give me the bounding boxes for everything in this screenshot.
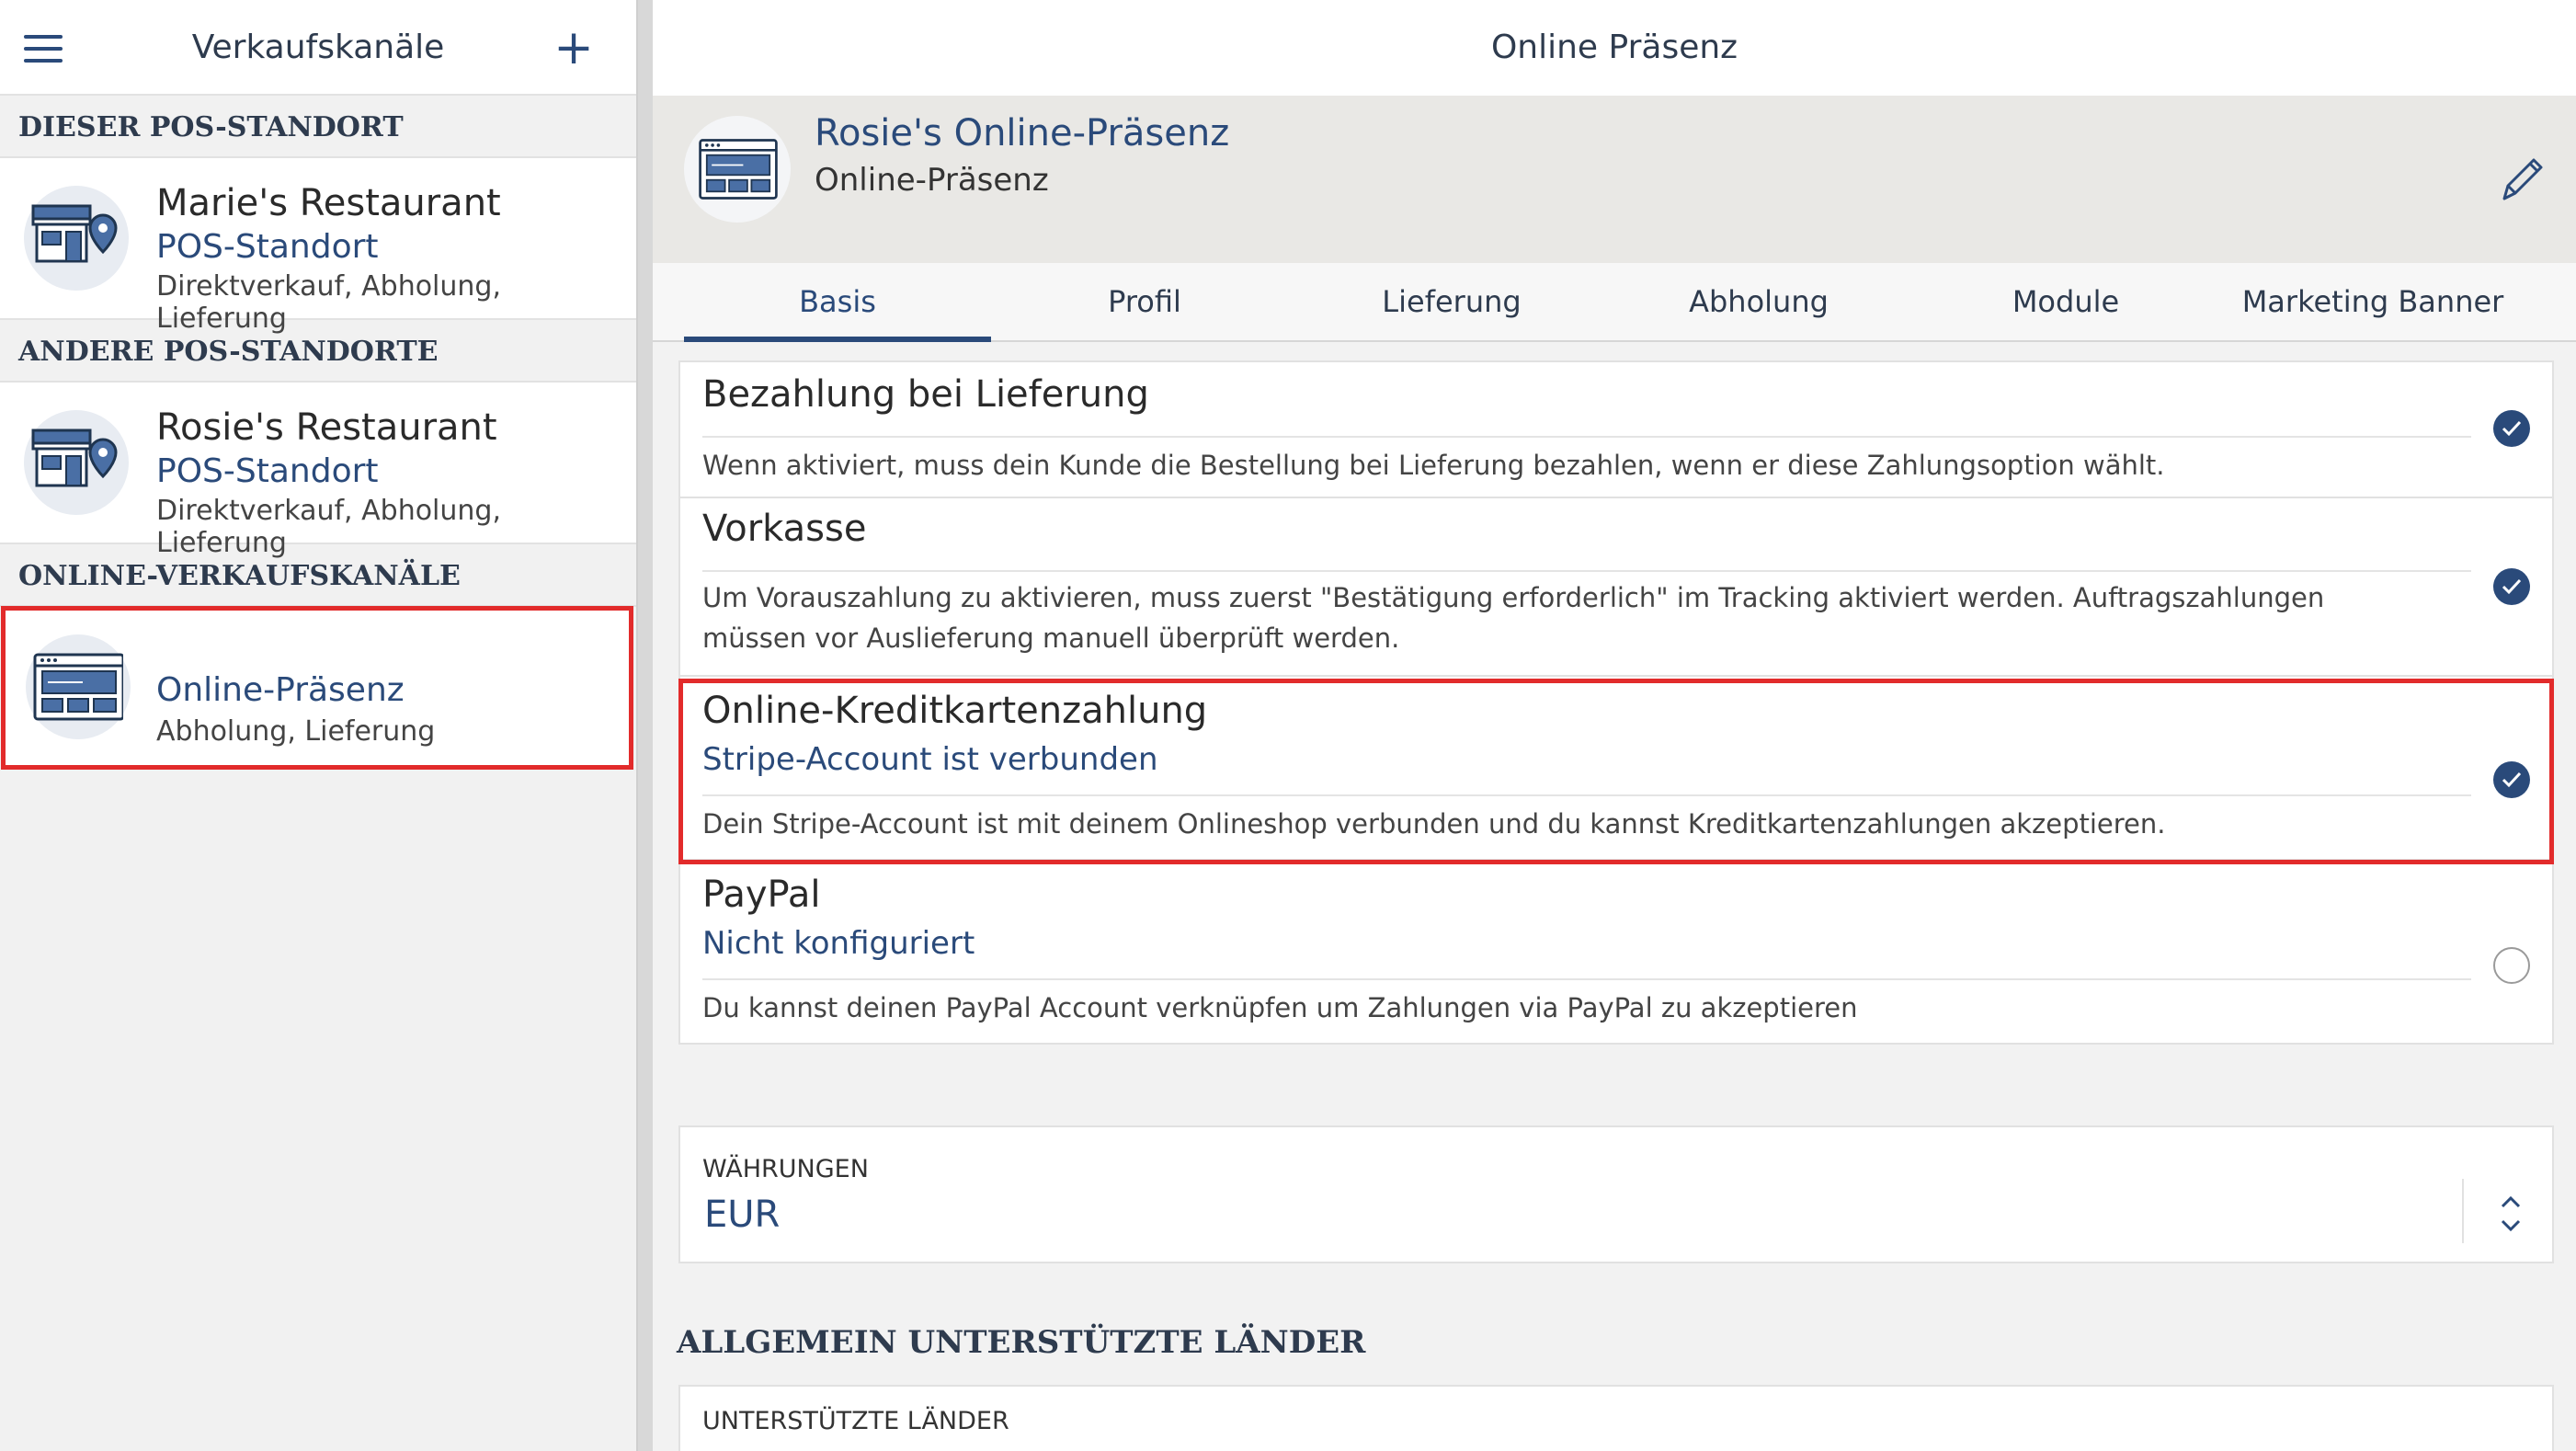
browser-window-icon	[26, 634, 131, 739]
item-channels: Abholung, Lieferung	[156, 715, 436, 748]
payment-title: Online-Kreditkartenzahlung	[702, 690, 1208, 732]
supported-countries-field[interactable]: UNTERSTÜTZTE LÄNDER	[678, 1385, 2554, 1451]
payment-description: Dein Stripe-Account ist mit deinem Onlin…	[702, 808, 2166, 840]
store-location-icon	[24, 186, 129, 291]
payment-title: Vorkasse	[702, 508, 867, 550]
tab-basis[interactable]: Basis	[684, 263, 991, 342]
browser-window-icon	[684, 116, 791, 223]
payment-option-credit-card: Online-Kreditkartenzahlung Stripe-Accoun…	[680, 677, 2552, 861]
payment-description: Um Vorauszahlung zu aktivieren, muss zue…	[702, 582, 2325, 654]
sidebar-title: Verkaufskanäle	[191, 29, 445, 66]
currency-select[interactable]: WÄHRUNGEN EUR	[678, 1125, 2554, 1263]
pencil-icon[interactable]	[2493, 153, 2548, 208]
chevron-up-down-icon[interactable]	[2497, 1188, 2525, 1240]
payment-option-prepayment: Vorkasse Um Vorauszahlung zu aktivieren,…	[680, 498, 2552, 677]
checkmark-icon[interactable]	[2493, 568, 2530, 605]
tab-module[interactable]: Module	[1912, 263, 2219, 342]
item-type: POS-Standort	[156, 228, 379, 266]
tab-profil[interactable]: Profil	[991, 263, 1298, 342]
payment-status: Nicht konfiguriert	[702, 925, 975, 962]
payment-description: Du kannst deinen PayPal Account verknüpf…	[702, 992, 1858, 1023]
divider	[702, 794, 2471, 796]
add-channel-button[interactable]: +	[548, 22, 599, 74]
tab-abholung[interactable]: Abholung	[1605, 263, 1912, 342]
profile-name: Rosie's Online-Präsenz	[815, 112, 1230, 154]
page-title: Online Präsenz	[653, 0, 2576, 96]
payment-options-list: Bezahlung bei Lieferung Wenn aktiviert, …	[678, 360, 2554, 1045]
checkmark-icon[interactable]	[2493, 410, 2530, 447]
sales-channels-sidebar: Verkaufskanäle + DIESER POS-STANDORT Mar…	[0, 0, 636, 1451]
checkmark-icon[interactable]	[2493, 761, 2530, 798]
currency-label: WÄHRUNGEN	[702, 1155, 869, 1183]
payment-description: Wenn aktiviert, muss dein Kunde die Best…	[702, 450, 2165, 481]
tab-marketing-banner[interactable]: Marketing Banner	[2219, 263, 2526, 342]
payment-status: Stripe-Account ist verbunden	[702, 741, 1158, 778]
divider	[702, 570, 2471, 572]
store-location-icon	[24, 410, 129, 515]
item-channels: Direktverkauf, Abholung, Lieferung	[156, 270, 501, 335]
pane-divider[interactable]	[636, 0, 653, 1451]
item-channels: Direktverkauf, Abholung, Lieferung	[156, 495, 501, 559]
sidebar-header: Verkaufskanäle +	[0, 0, 636, 96]
sidebar-item-maries-restaurant[interactable]: Marie's Restaurant POS-Standort Direktve…	[0, 158, 636, 335]
payment-option-cash-on-delivery: Bezahlung bei Lieferung Wenn aktiviert, …	[680, 362, 2552, 498]
radio-unchecked-icon[interactable]	[2493, 947, 2530, 984]
tab-bar: Basis Profil Lieferung Abholung Module M…	[653, 263, 2576, 342]
divider	[702, 436, 2471, 438]
item-name: Marie's Restaurant	[156, 182, 501, 224]
item-type: POS-Standort	[156, 452, 379, 490]
tab-lieferung[interactable]: Lieferung	[1298, 263, 1605, 342]
item-name: Rosie's Restaurant	[156, 406, 497, 449]
sidebar-item-rosies-restaurant[interactable]: Rosie's Restaurant POS-Standort Direktve…	[0, 383, 636, 559]
section-this-pos: DIESER POS-STANDORT	[0, 96, 636, 158]
sidebar-item-online-presence[interactable]: Online-Präsenz Abholung, Lieferung	[1, 606, 633, 770]
payment-title: PayPal	[702, 874, 821, 916]
profile-subtitle: Online-Präsenz	[815, 162, 1049, 199]
payment-option-paypal: PayPal Nicht konfiguriert Du kannst dein…	[680, 861, 2552, 1043]
currency-value: EUR	[704, 1194, 781, 1236]
countries-heading: ALLGEMEIN UNTERSTÜTZTE LÄNDER	[677, 1324, 1366, 1361]
profile-header: Rosie's Online-Präsenz Online-Präsenz	[653, 96, 2576, 263]
divider	[702, 978, 2471, 980]
payment-title: Bezahlung bei Lieferung	[702, 373, 1149, 416]
main-panel: Online Präsenz Rosie's Online-Präsenz On…	[653, 0, 2576, 1451]
countries-label: UNTERSTÜTZTE LÄNDER	[702, 1407, 1009, 1435]
item-name: Online-Präsenz	[156, 671, 405, 709]
divider	[2462, 1179, 2464, 1243]
